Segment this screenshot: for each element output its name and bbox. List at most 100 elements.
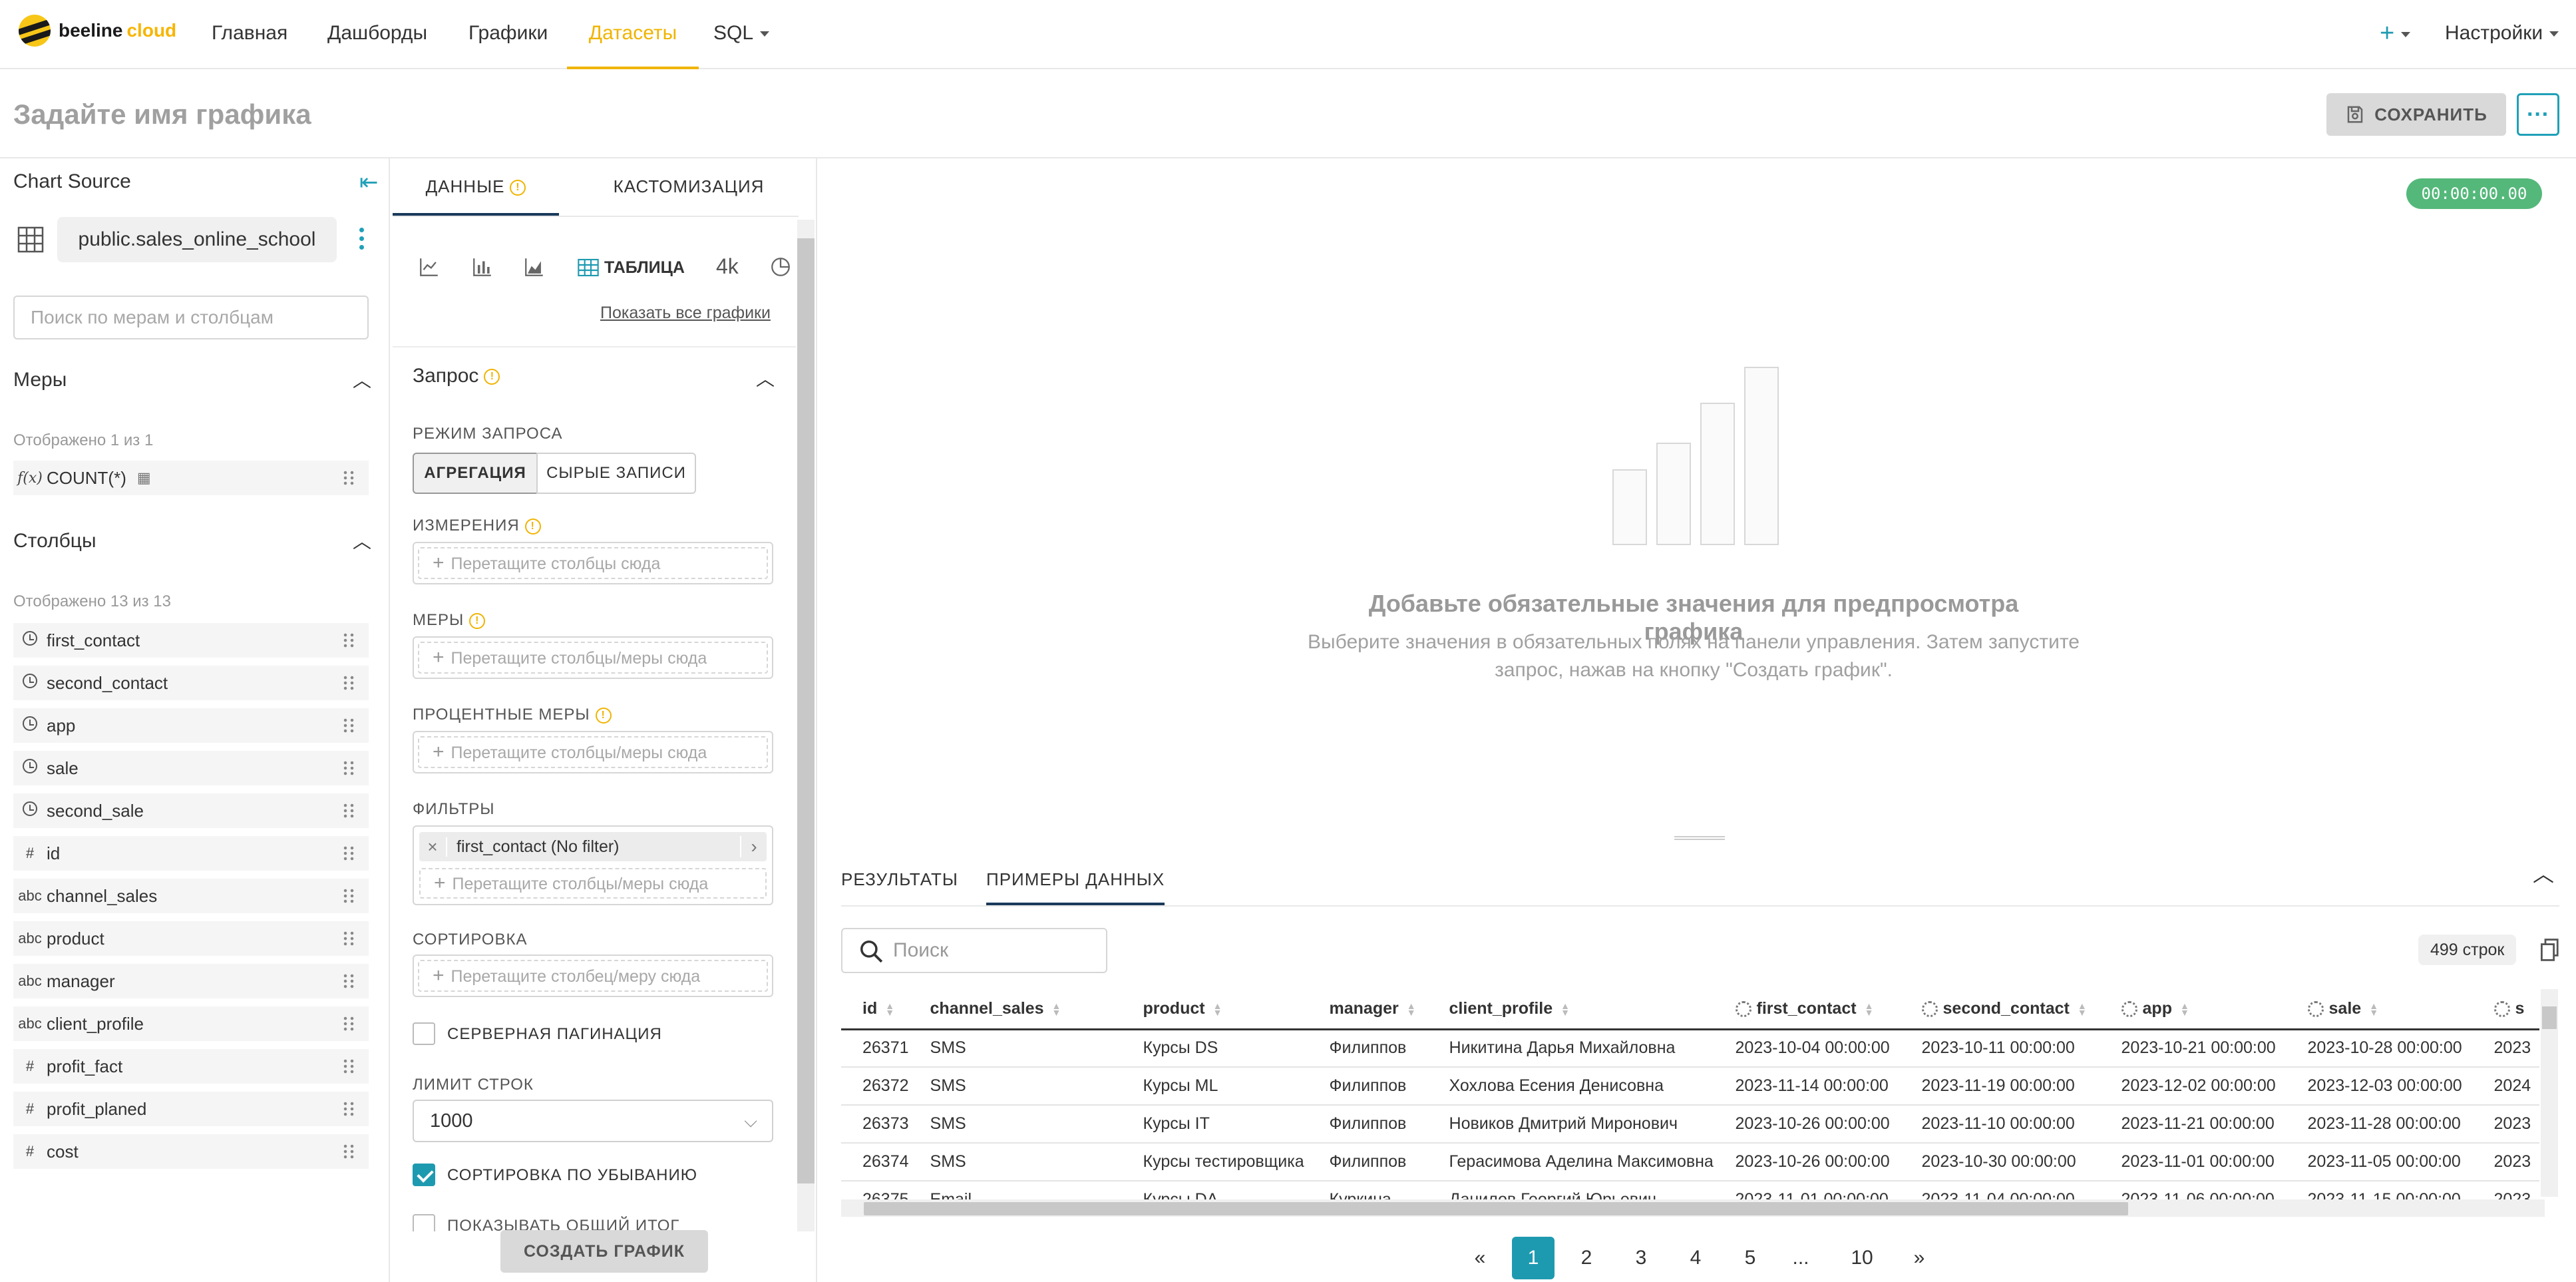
- column-header-channel-sales[interactable]: channel_sales ▲ ▼: [908, 989, 1122, 1030]
- show-all-charts-link[interactable]: Показать все графики: [600, 304, 771, 323]
- tab-data-samples[interactable]: ПРИМЕРЫ ДАННЫХ: [986, 855, 1165, 905]
- scrollbar-thumb[interactable]: [2542, 1006, 2557, 1029]
- sort-icon[interactable]: ▲ ▼: [885, 1001, 894, 1017]
- datasource-chip[interactable]: public.sales_online_school: [57, 217, 337, 262]
- drag-handle-icon[interactable]: [342, 1101, 355, 1117]
- datasource-menu-icon[interactable]: [359, 228, 365, 254]
- column-item-profit-planed[interactable]: # profit_planed: [13, 1092, 369, 1126]
- brand-logo[interactable]: beeline cloud: [19, 15, 176, 47]
- collapse-panel-icon[interactable]: ⇤: [359, 169, 379, 196]
- sort-descending-checkbox[interactable]: [413, 1164, 435, 1186]
- column-item-second-sale[interactable]: second_sale: [13, 793, 369, 828]
- column-header-manager[interactable]: manager ▲ ▼: [1308, 989, 1428, 1030]
- column-item-second-contact[interactable]: second_contact: [13, 666, 369, 700]
- pie-chart-icon[interactable]: [769, 256, 792, 278]
- create-chart-button[interactable]: СОЗДАТЬ ГРАФИК: [500, 1230, 708, 1273]
- drag-handle-icon[interactable]: [342, 1144, 355, 1160]
- sort-icon[interactable]: ▲ ▼: [1865, 1001, 1874, 1017]
- page-prev-button[interactable]: «: [1461, 1237, 1499, 1279]
- column-header-product[interactable]: product ▲ ▼: [1121, 989, 1308, 1030]
- drag-handle-icon[interactable]: [342, 973, 355, 989]
- sort-icon[interactable]: ▲ ▼: [1051, 1001, 1061, 1017]
- chevron-right-icon[interactable]: ›: [740, 836, 767, 857]
- sort-icon[interactable]: ▲ ▼: [1561, 1001, 1570, 1017]
- page-5[interactable]: 5: [1732, 1237, 1769, 1279]
- drag-handle-icon[interactable]: [342, 1016, 355, 1032]
- copy-icon[interactable]: [2541, 939, 2559, 961]
- chart-name-input[interactable]: Задайте имя графика: [13, 99, 311, 130]
- page-10[interactable]: 10: [1843, 1237, 1881, 1279]
- columns-section-title[interactable]: Столбцы: [13, 530, 96, 552]
- column-header-first-contact[interactable]: first_contact ▲ ▼: [1714, 989, 1901, 1030]
- percent-measures-dropzone[interactable]: + Перетащите столбцы/меры сюда: [413, 731, 773, 773]
- nav-sql[interactable]: SQL: [713, 0, 770, 69]
- filter-chip[interactable]: × first_contact (No filter) ›: [419, 832, 767, 861]
- sort-icon[interactable]: ▲ ▼: [2180, 1001, 2189, 1017]
- sort-icon[interactable]: ▲ ▼: [2078, 1001, 2087, 1017]
- nav-dashboards[interactable]: Дашборды: [327, 0, 427, 69]
- page-1[interactable]: 1: [1512, 1237, 1555, 1279]
- sort-icon[interactable]: ▲ ▼: [1407, 1001, 1416, 1017]
- nav-datasets[interactable]: Датасеты: [567, 0, 699, 69]
- area-chart-icon[interactable]: [523, 256, 546, 278]
- drag-handle-icon[interactable]: [342, 718, 355, 734]
- line-chart-icon[interactable]: [418, 256, 441, 278]
- column-header-second-contact[interactable]: second_contact ▲ ▼: [1900, 989, 2100, 1030]
- sort-icon[interactable]: ▲ ▼: [1213, 1001, 1222, 1017]
- nav-charts[interactable]: Графики: [468, 0, 548, 69]
- nav-home[interactable]: Главная: [212, 0, 287, 69]
- save-button[interactable]: СОХРАНИТЬ: [2326, 93, 2506, 136]
- drag-handle-icon[interactable]: [342, 1058, 355, 1074]
- column-header-sale[interactable]: sale ▲ ▼: [2286, 989, 2473, 1030]
- fields-search-input[interactable]: Поиск по мерам и столбцам: [13, 296, 369, 339]
- column-item-sale[interactable]: sale: [13, 751, 369, 785]
- add-new-menu[interactable]: +: [2380, 0, 2411, 69]
- server-pagination-checkbox[interactable]: [413, 1022, 435, 1045]
- column-item-client-profile[interactable]: abc client_profile: [13, 1006, 369, 1041]
- page-4[interactable]: 4: [1677, 1237, 1714, 1279]
- measures-section-title[interactable]: Меры: [13, 369, 67, 391]
- filters-dropzone[interactable]: + Перетащите столбцы/меры сюда: [419, 868, 767, 899]
- column-item-profit-fact[interactable]: # profit_fact: [13, 1049, 369, 1084]
- drag-handle-icon[interactable]: [342, 845, 355, 861]
- column-item-cost[interactable]: # cost: [13, 1134, 369, 1169]
- drag-handle-icon[interactable]: [342, 760, 355, 776]
- column-header-client-profile[interactable]: client_profile ▲ ▼: [1427, 989, 1714, 1030]
- resize-handle[interactable]: [1674, 836, 1725, 840]
- drag-handle-icon[interactable]: [342, 675, 355, 691]
- sorting-dropzone[interactable]: + Перетащите столбец/меру сюда: [413, 955, 773, 997]
- remove-filter-icon[interactable]: ×: [419, 837, 446, 857]
- dimensions-dropzone[interactable]: + Перетащите столбцы сюда: [413, 542, 773, 584]
- chevron-up-icon[interactable]: ︿: [353, 366, 371, 393]
- tab-customize[interactable]: КАСТОМИЗАЦИЯ: [559, 158, 819, 216]
- drag-handle-icon[interactable]: [342, 888, 355, 904]
- sort-icon[interactable]: ▲ ▼: [2369, 1001, 2378, 1017]
- drag-handle-icon[interactable]: [342, 632, 355, 648]
- column-item-channel-sales[interactable]: abc channel_sales: [13, 879, 369, 913]
- measure-item[interactable]: f(x) COUNT(*) ▦: [13, 461, 369, 495]
- viz-table-option[interactable]: ТАБЛИЦА: [578, 254, 685, 281]
- show-total-checkbox[interactable]: [413, 1214, 435, 1231]
- column-item-app[interactable]: app: [13, 708, 369, 743]
- column-header-app[interactable]: app ▲ ▼: [2100, 989, 2287, 1030]
- scrollbar-thumb[interactable]: [797, 238, 815, 1183]
- page-2[interactable]: 2: [1568, 1237, 1605, 1279]
- column-header-s[interactable]: s: [2472, 989, 2539, 1030]
- mode-aggregate-button[interactable]: АГРЕГАЦИЯ: [413, 453, 538, 494]
- collapse-results-icon[interactable]: ︿: [2533, 857, 2554, 888]
- column-item-first-contact[interactable]: first_contact: [13, 623, 369, 658]
- measures-dropzone[interactable]: + Перетащите столбцы/меры сюда: [413, 636, 773, 679]
- more-options-button[interactable]: ···: [2517, 93, 2559, 136]
- query-section-title[interactable]: Запрос!: [413, 365, 500, 387]
- column-item-manager[interactable]: abc manager: [13, 964, 369, 998]
- column-item-id[interactable]: # id: [13, 836, 369, 871]
- settings-menu[interactable]: Настройки: [2445, 0, 2559, 69]
- tab-results[interactable]: РЕЗУЛЬТАТЫ: [841, 855, 958, 905]
- column-item-product[interactable]: abc product: [13, 921, 369, 956]
- chevron-up-icon[interactable]: ︿: [353, 527, 371, 554]
- big-number-icon[interactable]: 4k: [716, 254, 739, 279]
- drag-handle-icon[interactable]: [342, 470, 355, 486]
- page-next-button[interactable]: »: [1901, 1237, 1938, 1279]
- drag-handle-icon[interactable]: [342, 803, 355, 819]
- column-header-id[interactable]: id ▲ ▼: [841, 989, 909, 1030]
